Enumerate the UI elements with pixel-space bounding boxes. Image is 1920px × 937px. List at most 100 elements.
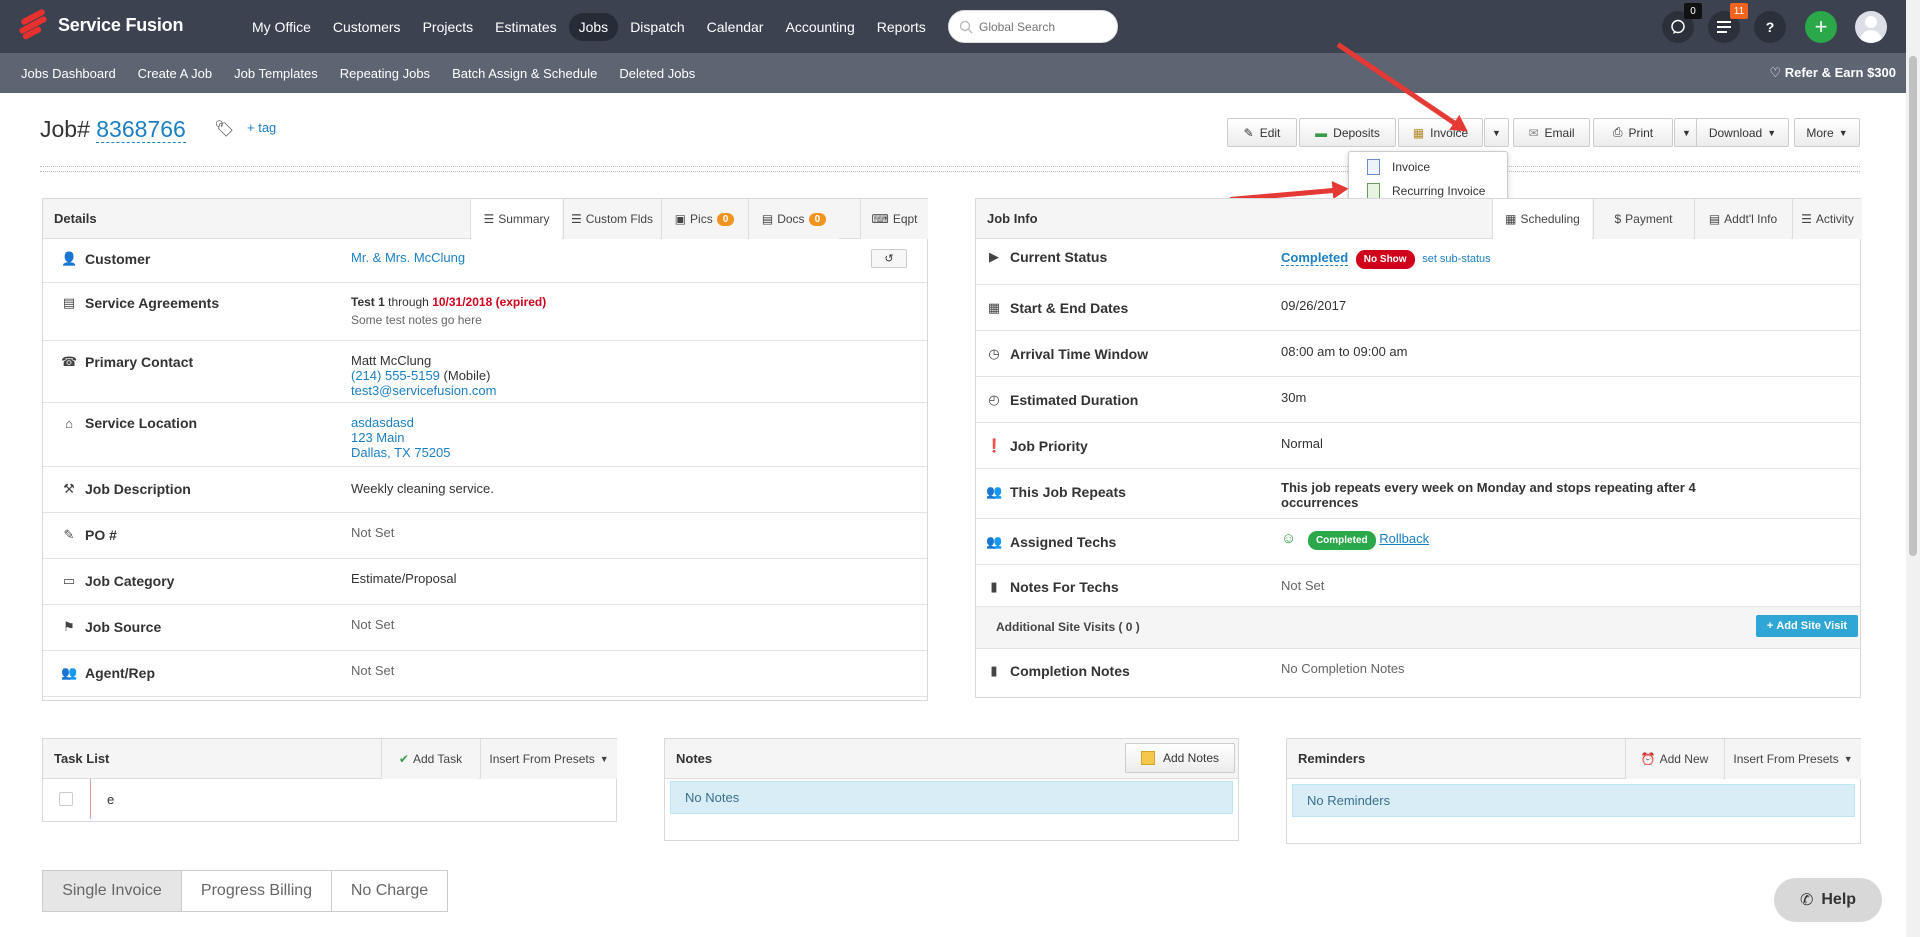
nav-item-customers[interactable]: Customers [323,13,411,41]
duration-value: 30m [1281,390,1307,405]
dates-row: ▦ Start & End Dates 09/26/2017 [976,285,1860,331]
history-button[interactable]: ↺ [871,249,907,268]
add-reminder-button[interactable]: ⏰ Add New [1625,739,1723,779]
tab-activity[interactable]: ☰ Activity [1792,199,1862,239]
job-source-value: Not Set [351,617,395,632]
no-notes-message: No Notes [670,781,1233,814]
customer-link[interactable]: Mr. & Mrs. McClung [351,250,465,265]
chat-button[interactable]: 0 [1662,3,1702,43]
history-icon: ↺ [884,253,894,265]
menu-item-invoice[interactable]: Invoice [1367,157,1430,177]
contact-phone-link[interactable]: (214) 555-5159 [351,368,440,383]
status-value[interactable]: Completed [1281,250,1349,266]
help-menu-button[interactable]: ? [1754,11,1786,43]
tech-avatar-icon: ☺ [1281,530,1297,547]
help-button[interactable]: ✆ Help [1774,878,1882,922]
tab-pics[interactable]: ▣ Pics 0 [661,199,747,239]
caret-right-icon[interactable]: ▶ [986,249,1002,265]
rollback-link[interactable]: Rollback [1379,531,1429,546]
completion-notes-value: No Completion Notes [1281,661,1405,676]
tab-single-invoice[interactable]: Single Invoice [42,870,182,912]
nav-item-my-office[interactable]: My Office [242,13,321,41]
download-button[interactable]: Download ▼ [1696,118,1789,147]
assigned-techs-row: 👥 Assigned Techs ☺ Completed Rollback [976,519,1860,565]
tab-no-charge[interactable]: No Charge [331,870,448,912]
subnav-job-templates[interactable]: Job Templates [223,66,329,81]
recurring-document-icon [1367,183,1380,199]
task-checkbox[interactable] [59,792,73,806]
caret-down-icon: ▼ [1838,127,1848,138]
add-notes-button[interactable]: Add Notes [1125,743,1235,773]
po-value: Not Set [351,525,395,540]
tab-summary[interactable]: ☰ Summary [470,199,562,239]
subnav-create-job[interactable]: Create A Job [127,66,223,81]
users-icon: 👥 [986,534,1003,549]
tab-docs[interactable]: ▤ Docs 0 [748,199,839,239]
nav-item-accounting[interactable]: Accounting [775,13,864,41]
add-site-visit-button[interactable]: + Add Site Visit [1756,615,1858,637]
task-item-text[interactable]: e [107,792,114,807]
primary-contact-row: ☎ Primary Contact Matt McClung (214) 555-… [43,341,927,403]
calendar-icon: ▦ [987,300,1001,315]
tech-completed-badge: Completed [1307,531,1376,550]
edit-button[interactable]: ✎ Edit [1227,118,1297,147]
task-presets-dropdown[interactable]: Insert From Presets ▼ [480,739,617,779]
add-tag-link[interactable]: + tag [247,120,276,135]
job-description-value: Weekly cleaning service. [351,481,494,496]
alarm-clock-icon: ⏰ [1640,752,1656,766]
job-label: Job# [40,116,90,142]
deposits-button[interactable]: ▬ Deposits [1299,118,1396,147]
arrival-window-row: ◷ Arrival Time Window 08:00 am to 09:00 a… [976,331,1860,377]
nav-item-dispatch[interactable]: Dispatch [620,13,694,41]
invoice-dropdown-toggle[interactable]: ▼ [1484,118,1509,147]
nav-item-reports[interactable]: Reports [867,13,936,41]
job-number[interactable]: 8368766 [96,116,186,143]
more-button[interactable]: More ▼ [1794,118,1860,147]
contact-email-link[interactable]: test3@servicefusion.com [351,383,496,398]
print-button[interactable]: ⎙ Print [1593,118,1673,147]
subnav-repeating-jobs[interactable]: Repeating Jobs [329,66,441,81]
service-location-link[interactable]: asdasdasd 123 Main Dallas, TX 75205 [351,415,451,460]
tab-scheduling[interactable]: ▦ Scheduling [1492,199,1592,239]
chat-icon [1671,19,1685,34]
email-button[interactable]: ✉ Email [1513,118,1590,147]
nav-item-projects[interactable]: Projects [413,13,484,41]
user-avatar[interactable] [1855,11,1887,43]
refer-label: Refer & Earn $300 [1784,65,1896,80]
scroll-thumb[interactable] [1909,56,1917,556]
edit-square-icon: ✎ [63,527,75,542]
job-title: Job# 8368766 [40,116,186,143]
plus-icon: + [1766,620,1774,632]
notes-panel: Notes Add Notes No Notes [664,738,1239,841]
tab-payment[interactable]: $ Payment [1593,199,1693,239]
add-task-button[interactable]: ✔ Add Task [381,739,479,779]
phone-icon: ✆ [1799,892,1814,909]
agent-rep-row: 👥 Agent/Rep Not Set [43,651,927,697]
subnav-deleted-jobs[interactable]: Deleted Jobs [608,66,706,81]
calendar-icon: ▦ [1505,212,1517,226]
payment-icon: $ [1614,212,1622,226]
service-fusion-logo[interactable]: Service Fusion [18,8,183,42]
nav-item-jobs[interactable]: Jobs [568,12,619,41]
reminders-panel: Reminders ⏰ Add New Insert From Presets ▼ … [1286,738,1861,844]
page-scrollbar[interactable] [1906,0,1920,937]
logo-icon [18,8,52,42]
tab-addtl-info[interactable]: ▤ Addt'l Info [1694,199,1791,239]
nav-item-estimates[interactable]: Estimates [485,13,566,41]
notifications-button[interactable]: 11 [1708,3,1748,43]
subnav-jobs-dashboard[interactable]: Jobs Dashboard [10,66,127,81]
quick-add-button[interactable]: + [1805,11,1837,43]
job-source-row: ⚑ Job Source Not Set [43,605,927,651]
refer-earn-link[interactable]: ♡ Refer & Earn $300 [1769,65,1896,81]
user-icon: 👤 [61,251,78,266]
set-sub-status-link[interactable]: set sub-status [1422,253,1490,265]
notes-title: Notes [676,751,713,766]
search-input[interactable] [979,19,1099,34]
global-search[interactable] [948,10,1118,43]
tab-custom-fields[interactable]: ☰ Custom Flds [563,199,660,239]
tab-equipment[interactable]: ⌨ Eqpt [860,199,928,239]
reminder-presets-dropdown[interactable]: Insert From Presets ▼ [1724,739,1861,779]
nav-item-calendar[interactable]: Calendar [697,13,774,41]
tab-progress-billing[interactable]: Progress Billing [181,870,332,912]
subnav-batch-assign[interactable]: Batch Assign & Schedule [441,66,608,81]
